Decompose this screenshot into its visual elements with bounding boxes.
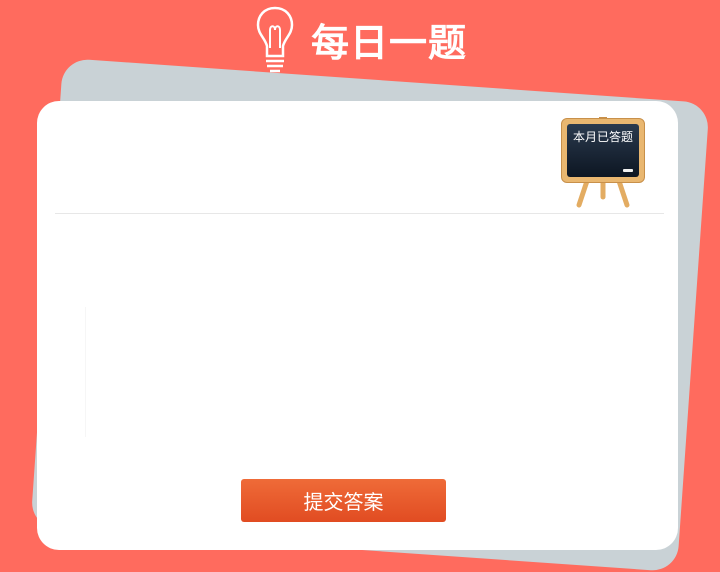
header-divider — [55, 213, 664, 214]
submit-answer-button[interactable]: 提交答案 — [241, 479, 446, 522]
badge-label: 本月已答题 — [572, 130, 633, 144]
chalkboard-icon: 本月已答题 — [561, 118, 645, 183]
question-card: 本月已答题 提交答案 — [37, 101, 678, 550]
question-content-area — [85, 307, 616, 437]
chalkboard-screen: 本月已答题 — [567, 124, 639, 177]
monthly-answered-badge[interactable]: 本月已答题 — [561, 109, 647, 209]
lightbulb-icon — [256, 6, 294, 73]
page-title: 每日一题 — [310, 20, 467, 65]
chalk-icon — [623, 169, 633, 172]
